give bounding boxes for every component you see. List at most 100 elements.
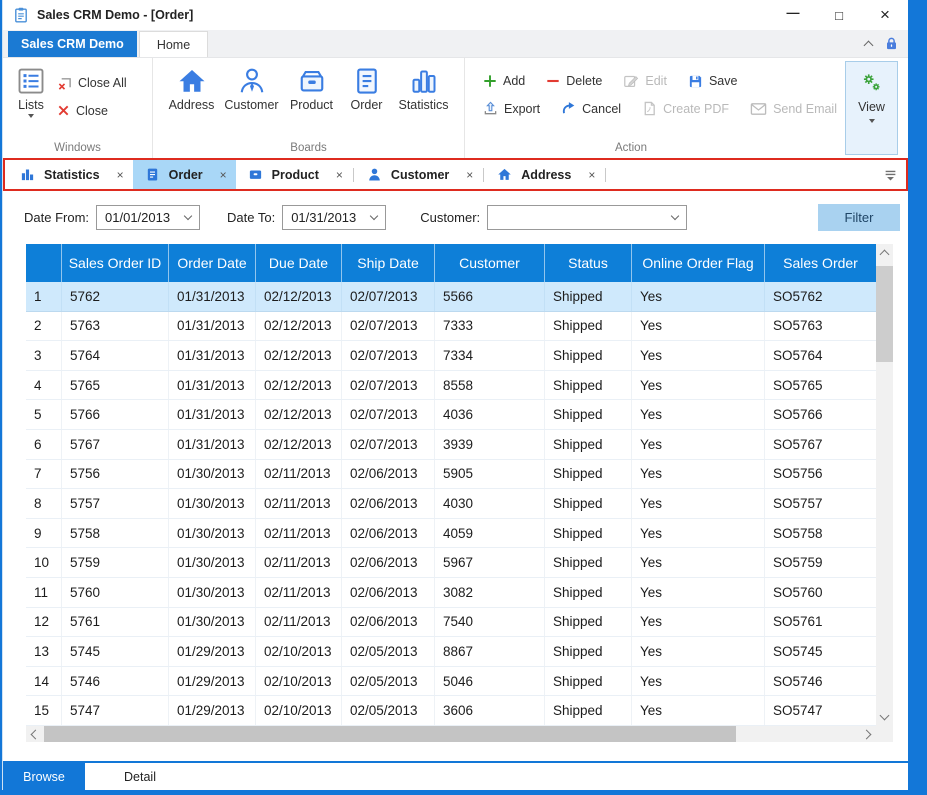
vertical-scroll-thumb[interactable] bbox=[876, 266, 893, 362]
scroll-right-icon[interactable] bbox=[862, 730, 872, 740]
column-header[interactable] bbox=[26, 244, 62, 282]
close-tab-icon[interactable]: × bbox=[220, 168, 227, 182]
row-number-cell: 15 bbox=[26, 696, 62, 725]
app-menu-tab[interactable]: Sales CRM Demo bbox=[8, 31, 137, 57]
date-from-select[interactable]: 01/01/2013 bbox=[96, 205, 200, 230]
grid-cell: 02/12/2013 bbox=[256, 430, 342, 459]
grid-cell: SO5761 bbox=[765, 608, 876, 637]
column-header[interactable]: Customer bbox=[435, 244, 545, 282]
add-button[interactable]: Add bbox=[483, 73, 525, 89]
scrollbar-corner bbox=[876, 726, 893, 742]
tab-home[interactable]: Home bbox=[139, 31, 208, 57]
close-tab-icon[interactable]: × bbox=[588, 168, 595, 182]
close-button[interactable]: Close bbox=[57, 104, 127, 118]
grid-cell: Yes bbox=[632, 637, 765, 666]
cancel-button[interactable]: Cancel bbox=[561, 101, 621, 116]
column-header[interactable]: Sales Order bbox=[765, 244, 876, 282]
grid-cell: Shipped bbox=[545, 548, 632, 577]
envelope-icon bbox=[750, 102, 767, 116]
grid-body: 1576201/31/201302/12/201302/07/20135566S… bbox=[26, 282, 876, 726]
table-row[interactable]: 5576601/31/201302/12/201302/07/20134036S… bbox=[26, 400, 876, 430]
close-tab-icon[interactable]: × bbox=[466, 168, 473, 182]
column-header[interactable]: Order Date bbox=[169, 244, 256, 282]
grid-cell: 5745 bbox=[62, 637, 169, 666]
customer-board-button[interactable]: Customer bbox=[222, 63, 282, 140]
statistics-board-button[interactable]: Statistics bbox=[392, 63, 456, 140]
address-board-button[interactable]: Address bbox=[162, 63, 222, 140]
table-row[interactable]: 4576501/31/201302/12/201302/07/20138558S… bbox=[26, 371, 876, 401]
grid-cell: Yes bbox=[632, 608, 765, 637]
row-number-cell: 1 bbox=[26, 282, 62, 311]
column-header[interactable]: Status bbox=[545, 244, 632, 282]
table-row[interactable]: 10575901/30/201302/11/201302/06/20135967… bbox=[26, 548, 876, 578]
close-all-button[interactable]: Close All bbox=[57, 76, 127, 91]
export-button[interactable]: Export bbox=[483, 101, 540, 116]
grid-cell: 5763 bbox=[62, 312, 169, 341]
table-row[interactable]: 2576301/31/201302/12/201302/07/20137333S… bbox=[26, 312, 876, 342]
tab-browse[interactable]: Browse bbox=[3, 763, 85, 790]
table-row[interactable]: 6576701/31/201302/12/201302/07/20133939S… bbox=[26, 430, 876, 460]
grid-cell: 01/31/2013 bbox=[169, 430, 256, 459]
column-header[interactable]: Due Date bbox=[256, 244, 342, 282]
table-row[interactable]: 9575801/30/201302/11/201302/06/20134059S… bbox=[26, 519, 876, 549]
order-board-button[interactable]: Order bbox=[342, 63, 392, 140]
grid-cell: 4059 bbox=[435, 519, 545, 548]
scroll-left-icon[interactable] bbox=[31, 730, 41, 740]
close-tab-icon[interactable]: × bbox=[336, 168, 343, 182]
collapse-ribbon-icon[interactable] bbox=[864, 41, 874, 51]
box-icon-button[interactable]: Product bbox=[282, 63, 342, 140]
send-email-button[interactable]: Send Email bbox=[750, 101, 837, 116]
grid-header: Sales Order IDOrder DateDue DateShip Dat… bbox=[26, 244, 876, 282]
tab-product[interactable]: Product × bbox=[236, 160, 352, 189]
close-tab-icon[interactable]: × bbox=[117, 168, 124, 182]
tab-list-icon bbox=[884, 169, 897, 181]
scroll-down-icon[interactable] bbox=[880, 711, 890, 721]
tab-list-button[interactable] bbox=[884, 169, 903, 181]
grid-cell: SO5756 bbox=[765, 460, 876, 489]
lists-button[interactable]: Lists bbox=[9, 63, 53, 140]
table-row[interactable]: 11576001/30/201302/11/201302/06/20133082… bbox=[26, 578, 876, 608]
create-pdf-button[interactable]: Create PDF bbox=[642, 101, 729, 116]
tab-customer[interactable]: Customer × bbox=[355, 160, 482, 189]
save-button[interactable]: Save bbox=[688, 73, 738, 89]
grid-cell: 02/06/2013 bbox=[342, 489, 435, 518]
horizontal-scroll-thumb[interactable] bbox=[44, 726, 736, 742]
column-header[interactable]: Online Order Flag bbox=[632, 244, 765, 282]
table-row[interactable]: 8575701/30/201302/11/201302/06/20134030S… bbox=[26, 489, 876, 519]
view-button[interactable]: View bbox=[845, 61, 898, 155]
customer-select[interactable] bbox=[487, 205, 687, 230]
grid-cell: 01/30/2013 bbox=[169, 608, 256, 637]
home-icon bbox=[497, 167, 512, 182]
table-row[interactable]: 1576201/31/201302/12/201302/07/20135566S… bbox=[26, 282, 876, 312]
table-row[interactable]: 14574601/29/201302/10/201302/05/20135046… bbox=[26, 667, 876, 697]
scroll-up-icon[interactable] bbox=[880, 250, 890, 260]
table-row[interactable]: 12576101/30/201302/11/201302/06/20137540… bbox=[26, 608, 876, 638]
tab-statistics[interactable]: Statistics × bbox=[8, 160, 133, 189]
table-row[interactable]: 7575601/30/201302/11/201302/06/20135905S… bbox=[26, 460, 876, 490]
edit-button[interactable]: Edit bbox=[623, 73, 667, 89]
horizontal-scrollbar[interactable] bbox=[26, 726, 876, 742]
grid-cell: 7334 bbox=[435, 341, 545, 370]
minimize-button[interactable]: — bbox=[770, 0, 816, 30]
grid-cell: 8867 bbox=[435, 637, 545, 666]
grid-cell: 5566 bbox=[435, 282, 545, 311]
view-label: View bbox=[858, 100, 885, 114]
table-row[interactable]: 15574701/29/201302/10/201302/05/20133606… bbox=[26, 696, 876, 726]
date-to-select[interactable]: 01/31/2013 bbox=[282, 205, 386, 230]
tab-detail[interactable]: Detail bbox=[99, 763, 181, 790]
table-row[interactable]: 3576401/31/201302/12/201302/07/20137334S… bbox=[26, 341, 876, 371]
grid-cell: Yes bbox=[632, 489, 765, 518]
ribbon-tab-row: Sales CRM Demo Home bbox=[3, 30, 908, 58]
maximize-button[interactable]: □ bbox=[816, 0, 862, 30]
tab-order[interactable]: Order × bbox=[133, 160, 236, 189]
delete-button[interactable]: Delete bbox=[546, 73, 602, 89]
close-window-button[interactable]: × bbox=[862, 0, 908, 30]
column-header[interactable]: Sales Order ID bbox=[62, 244, 169, 282]
table-row[interactable]: 13574501/29/201302/10/201302/05/20138867… bbox=[26, 637, 876, 667]
tab-address[interactable]: Address × bbox=[485, 160, 604, 189]
filter-button[interactable]: Filter bbox=[818, 204, 900, 231]
vertical-scrollbar[interactable] bbox=[876, 244, 893, 726]
lock-icon[interactable] bbox=[884, 36, 899, 51]
box-icon bbox=[297, 66, 327, 96]
column-header[interactable]: Ship Date bbox=[342, 244, 435, 282]
